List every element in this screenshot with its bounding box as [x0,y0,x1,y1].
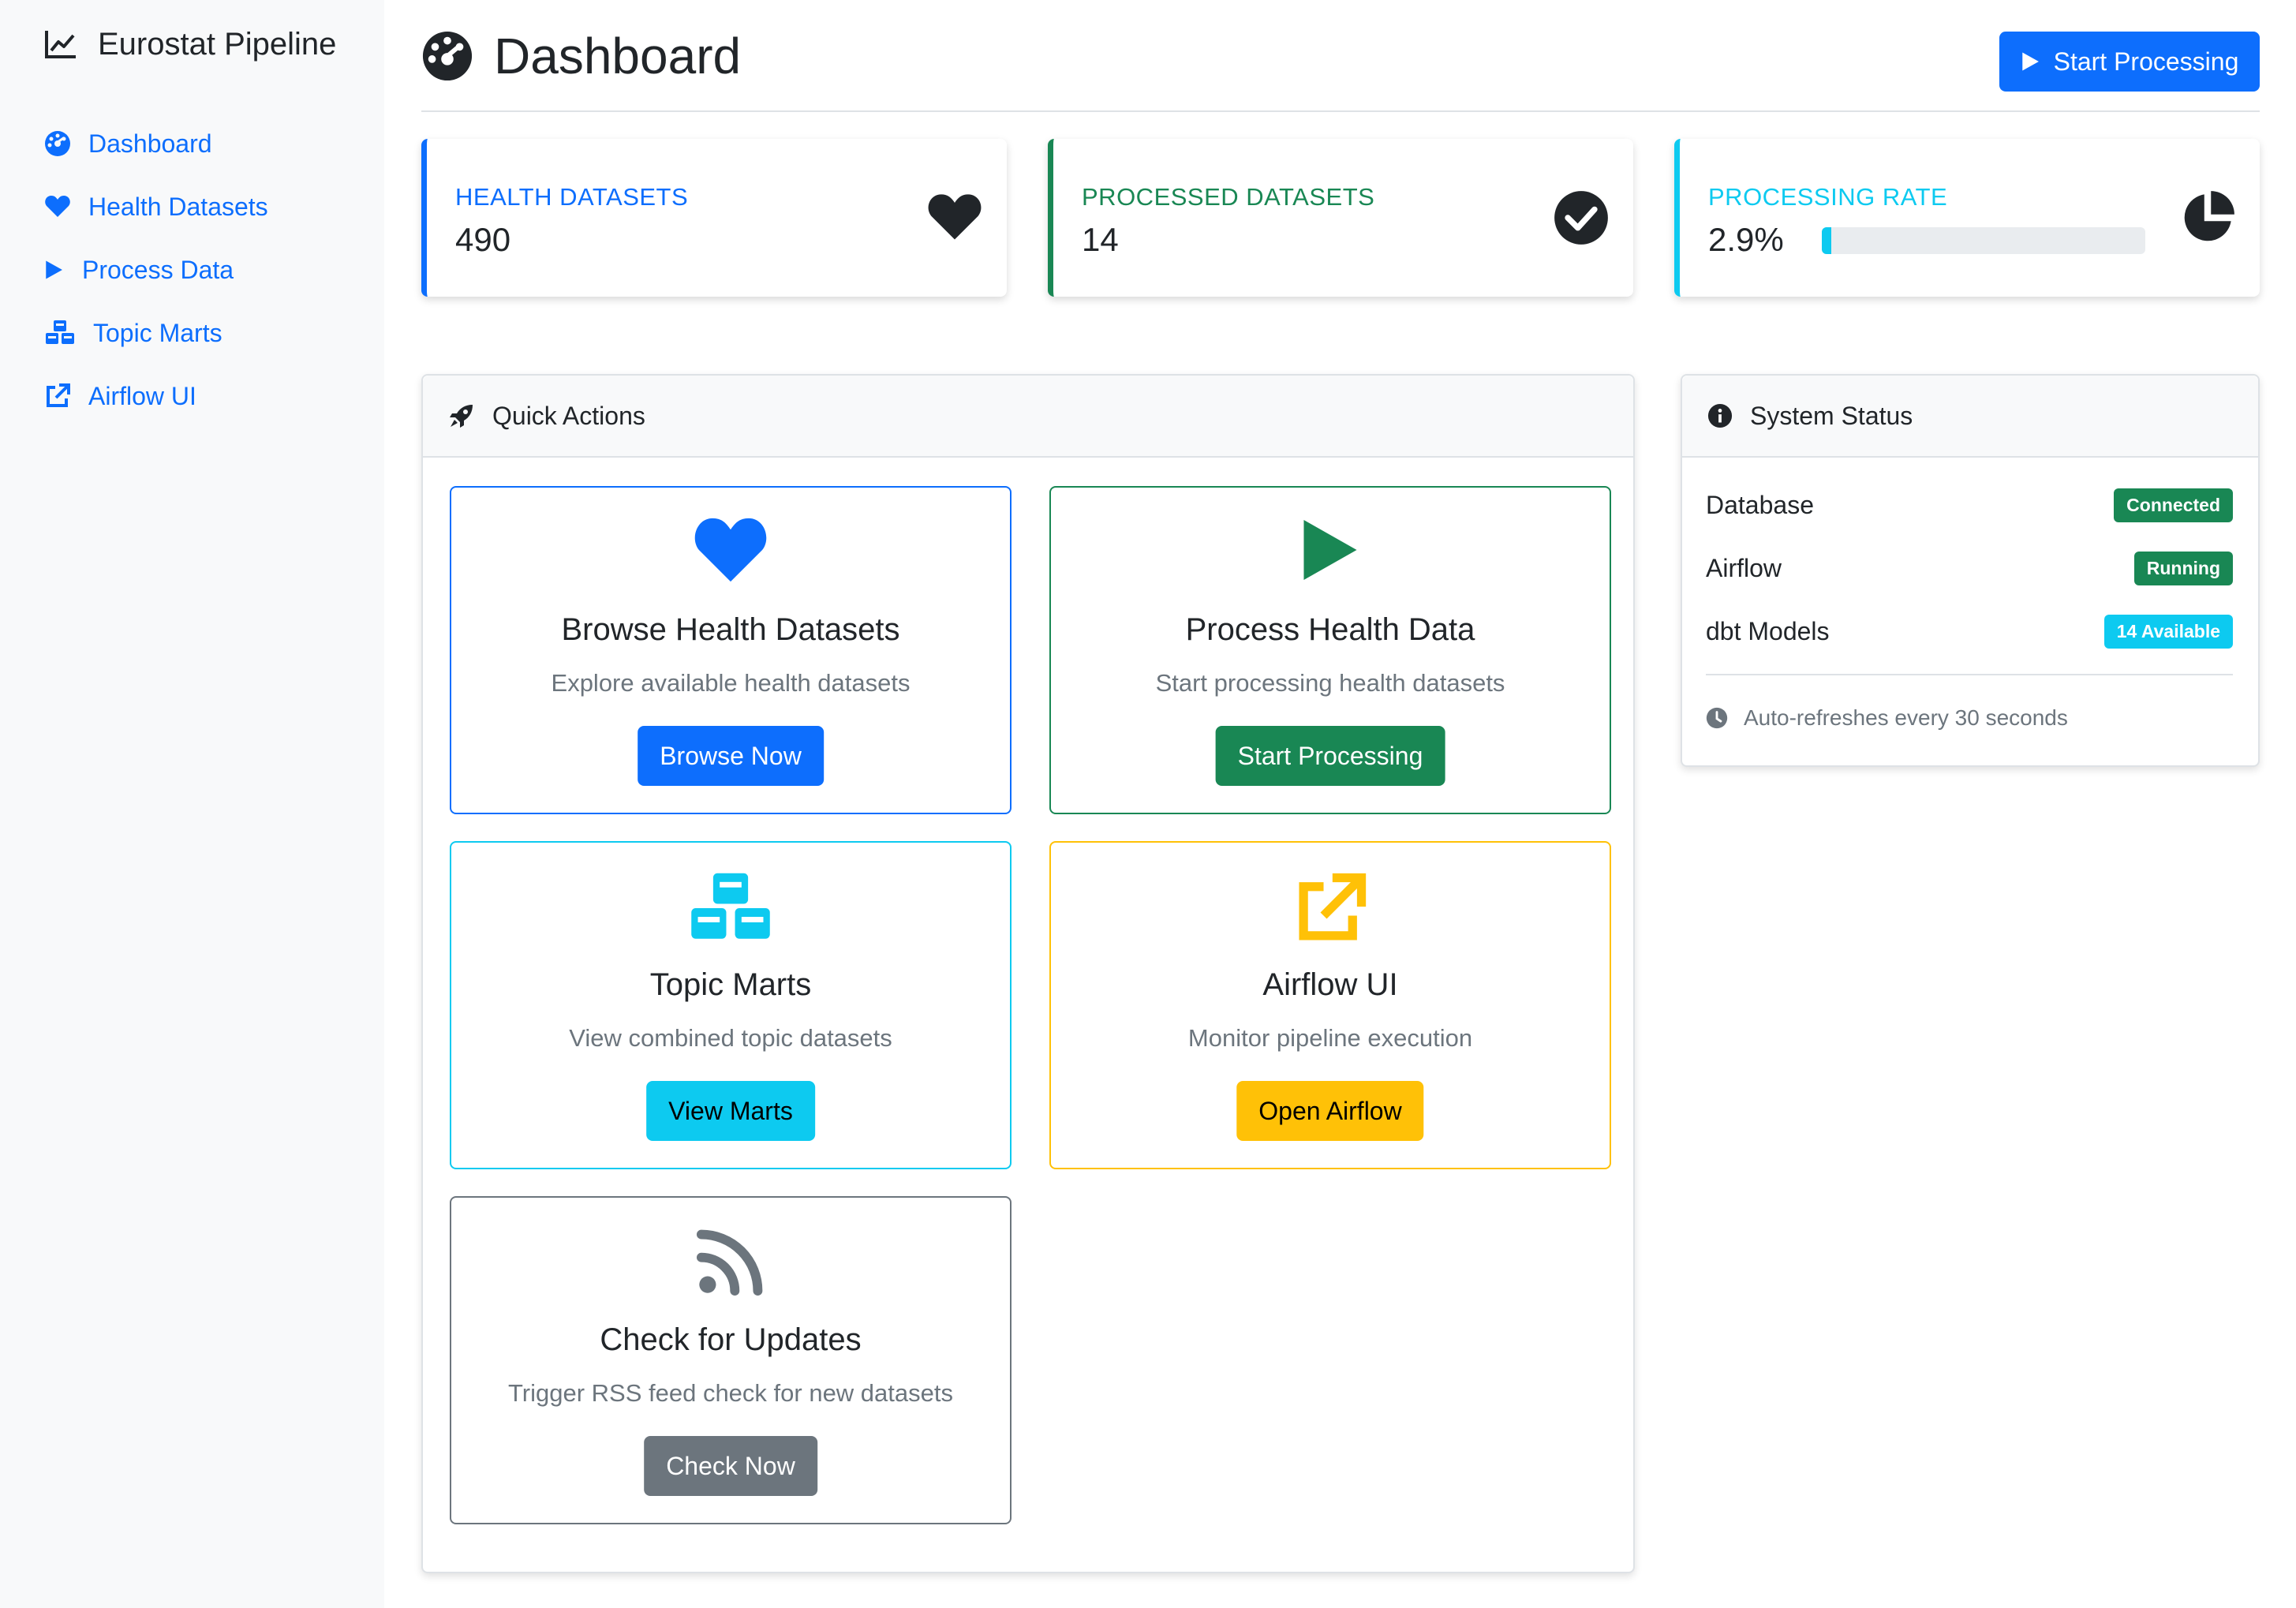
line-chart-icon [45,31,76,58]
divider [1706,674,2233,675]
quick-actions-card: Quick Actions Browse Health Datasets Exp… [421,374,1635,1573]
view-marts-button[interactable]: View Marts [646,1081,815,1141]
stat-label: PROCESSED DATASETS [1082,183,1375,211]
system-status-header: System Status [1682,376,2258,458]
status-label: dbt Models [1706,616,1830,645]
action-card-airflow-ui: Airflow UI Monitor pipeline execution Op… [1049,841,1611,1169]
start-processing-label: Start Processing [2053,47,2239,76]
play-icon [2021,52,2039,71]
page-header: Dashboard Start Processing [421,0,2260,112]
sidebar-item-process-data[interactable]: Process Data [44,238,268,301]
action-description: Monitor pipeline execution [1187,1024,1473,1052]
sidebar-item-label: Process Data [82,255,234,284]
check-circle-icon [1554,191,1608,245]
dashboard-gauge-icon [422,31,473,81]
quick-actions-header: Quick Actions [423,376,1633,458]
auto-refresh-note: Auto-refreshes every 30 seconds [1706,705,2068,731]
sidebar-item-airflow-ui[interactable]: Airflow UI [44,365,268,428]
info-circle-icon [1707,403,1733,428]
rocket-icon [450,405,473,428]
dashboard-gauge-icon [45,131,70,156]
clock-icon [1706,707,1728,729]
action-description: Start processing health datasets [1155,669,1505,697]
external-link-icon [1299,873,1367,940]
heart-icon [45,196,70,217]
action-card-browse-health-datasets: Browse Health Datasets Explore available… [450,486,1012,814]
start-processing-button[interactable]: Start Processing [1999,32,2260,92]
status-label: Database [1706,490,1814,519]
status-row-dbt-models: dbt Models 14 Available [1706,609,2233,653]
system-status-card: System Status Database Connected Airflow… [1681,374,2260,767]
stat-value: 14 [1082,221,1119,258]
sidebar-item-dashboard[interactable]: Dashboard [44,112,268,175]
page-title-text: Dashboard [494,28,742,84]
status-label: Airflow [1706,553,1782,582]
cubes-icon [691,873,770,939]
browse-now-button[interactable]: Browse Now [638,726,824,786]
action-title: Airflow UI [1262,967,1398,1002]
stat-value: 490 [455,221,511,258]
sidebar: Eurostat Pipeline Dashboard Health Datas… [0,0,384,1608]
auto-refresh-text: Auto-refreshes every 30 seconds [1744,705,2068,730]
action-card-topic-marts: Topic Marts View combined topic datasets… [450,841,1012,1169]
heart-icon [694,518,767,582]
stat-label: HEALTH DATASETS [455,183,689,211]
sidebar-item-label: Health Datasets [88,192,268,221]
action-card-check-for-updates: Check for Updates Trigger RSS feed check… [450,1196,1012,1524]
external-link-icon [47,383,70,407]
sidebar-item-label: Airflow UI [88,381,196,410]
open-airflow-button[interactable]: Open Airflow [1236,1081,1424,1141]
processing-rate-progress [1822,227,2145,254]
page-title: Dashboard [421,27,741,85]
action-description: View combined topic datasets [569,1024,892,1052]
play-icon [46,260,62,279]
heart-icon [928,194,982,240]
brand-title: Eurostat Pipeline [98,26,337,62]
sidebar-item-health-datasets[interactable]: Health Datasets [44,175,268,238]
stat-card-processed-datasets: PROCESSED DATASETS 14 [1048,139,1633,297]
stat-value: 2.9% [1708,221,1784,258]
status-badge: Running [2133,551,2233,585]
sidebar-nav: Dashboard Health Datasets Process Data T… [44,112,268,428]
system-status-title: System Status [1750,401,1913,430]
status-badge: 14 Available [2103,614,2233,649]
start-processing-action-button[interactable]: Start Processing [1215,726,1445,786]
rss-icon [696,1229,763,1296]
sidebar-item-topic-marts[interactable]: Topic Marts [44,301,268,365]
stat-card-health-datasets: HEALTH DATASETS 490 [421,139,1007,297]
action-description: Explore available health datasets [551,669,911,697]
action-card-process-health-data: Process Health Data Start processing hea… [1049,486,1611,814]
action-title: Topic Marts [649,967,812,1002]
brand[interactable]: Eurostat Pipeline [44,22,336,66]
status-badge: Connected [2114,488,2233,522]
action-title: Check for Updates [600,1322,862,1357]
sidebar-item-label: Dashboard [88,129,212,158]
status-row-airflow: Airflow Running [1706,546,2233,590]
check-now-button[interactable]: Check Now [644,1436,817,1496]
action-description: Trigger RSS feed check for new datasets [507,1379,953,1407]
pie-chart-icon [2184,191,2234,241]
sidebar-item-label: Topic Marts [93,318,222,347]
quick-actions-title: Quick Actions [492,401,645,430]
cubes-icon [46,320,74,344]
action-title: Process Health Data [1185,612,1475,647]
stat-card-processing-rate: PROCESSING RATE 2.9% [1674,139,2260,297]
play-icon [1303,520,1357,580]
progress-bar-fill [1822,227,1831,254]
stat-label: PROCESSING RATE [1708,183,1948,211]
status-row-database: Database Connected [1706,483,2233,527]
action-title: Browse Health Datasets [561,612,900,647]
